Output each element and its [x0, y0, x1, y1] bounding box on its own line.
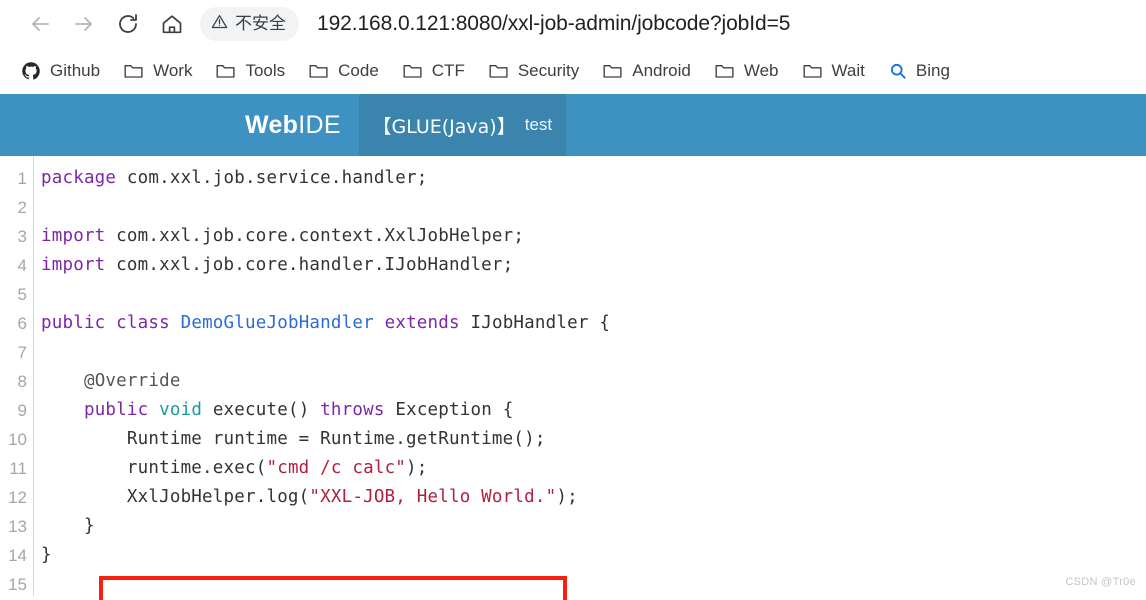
security-badge-label: 不安全: [235, 13, 286, 34]
brand-bold: Web: [245, 110, 299, 139]
folder-icon: [803, 62, 823, 80]
folder-icon: [403, 62, 423, 80]
bookmark-label: Bing: [915, 61, 950, 80]
watermark: CSDN @Tr0e: [1065, 576, 1136, 588]
github-icon: [21, 61, 41, 81]
reload-icon: [116, 12, 140, 36]
search-icon: [889, 62, 907, 80]
bookmark-github[interactable]: Github: [10, 54, 111, 88]
line-number: 13: [8, 517, 27, 536]
code-line[interactable]: @Override: [41, 367, 1146, 396]
folder-icon: [603, 62, 623, 80]
folder-icon: [715, 62, 735, 80]
line-number: 1: [17, 169, 27, 188]
code-line[interactable]: runtime.exec("cmd /c calc");: [41, 454, 1146, 483]
token-keyword: import: [41, 226, 106, 246]
folder-icon: [309, 62, 329, 80]
line-number: 11: [9, 459, 27, 478]
address-bar[interactable]: 不安全 192.168.0.121:8080/xxl-job-admin/job…: [200, 4, 1146, 44]
bookmark-work[interactable]: Work: [113, 54, 203, 88]
line-number: 6: [17, 314, 27, 333]
line-number: 3: [17, 227, 27, 246]
bookmark-label: Wait: [831, 61, 865, 80]
code-line[interactable]: }: [41, 512, 1146, 541]
line-number: 9: [17, 401, 27, 420]
browser-toolbar: 不安全 192.168.0.121:8080/xxl-job-admin/job…: [0, 0, 1146, 48]
line-number: 15: [8, 575, 27, 594]
bookmark-ctf[interactable]: CTF: [392, 54, 476, 88]
code-line[interactable]: XxlJobHelper.log("XXL-JOB, Hello World."…: [41, 483, 1146, 512]
warning-triangle-icon: [211, 13, 228, 35]
bookmarks-bar: Github Work Tools Code CTF Security Andr…: [0, 48, 1146, 94]
bookmark-web[interactable]: Web: [704, 54, 790, 88]
token-string: "cmd /c calc": [266, 458, 407, 478]
code-line[interactable]: import com.xxl.job.core.context.XxlJobHe…: [41, 222, 1146, 251]
token-keyword: import: [41, 255, 106, 275]
line-number: 4: [17, 256, 27, 275]
code-editor[interactable]: 1 2 3 4 5 6 7 8 9 10 11 12 13 14 15 pack…: [0, 156, 1146, 600]
code-line[interactable]: import com.xxl.job.core.handler.IJobHand…: [41, 251, 1146, 280]
job-name-label: test: [524, 115, 553, 134]
reload-button[interactable]: [106, 2, 150, 46]
folder-icon: [216, 62, 236, 80]
browser-chrome: 不安全 192.168.0.121:8080/xxl-job-admin/job…: [0, 0, 1146, 94]
code-line[interactable]: public void execute() throws Exception {: [41, 396, 1146, 425]
code-line[interactable]: public class DemoGlueJobHandler extends …: [41, 309, 1146, 338]
line-number: 10: [8, 430, 27, 449]
arrow-left-icon: [28, 12, 52, 36]
back-button[interactable]: [18, 2, 62, 46]
token-keyword: void: [159, 400, 203, 420]
bookmark-label: Tools: [245, 61, 286, 80]
token-annotation: @Override: [83, 371, 181, 391]
code-line[interactable]: }: [41, 541, 1146, 570]
token-string: "XXL-JOB, Hello World.": [309, 487, 557, 507]
webide-header: Web IDE 【GLUE(Java)】 test: [0, 94, 1146, 156]
token-type: DemoGlueJobHandler: [180, 313, 374, 333]
token-keyword: extends: [384, 313, 460, 333]
bookmark-security[interactable]: Security: [478, 54, 590, 88]
bookmark-label: Code: [338, 61, 379, 80]
line-number: 5: [17, 285, 27, 304]
line-number: 12: [8, 488, 27, 507]
bookmark-label: Security: [517, 61, 580, 80]
code-line[interactable]: Runtime runtime = Runtime.getRuntime();: [41, 425, 1146, 454]
glue-type-label: 【GLUE(Java)】: [372, 115, 516, 138]
token-keyword: public: [83, 400, 149, 420]
line-number: 14: [8, 546, 27, 565]
url-text[interactable]: 192.168.0.121:8080/xxl-job-admin/jobcode…: [317, 12, 790, 36]
bookmark-label: Web: [743, 61, 779, 80]
line-number: 8: [17, 372, 27, 391]
code-line[interactable]: package com.xxl.job.service.handler;: [41, 164, 1146, 193]
forward-button[interactable]: [62, 2, 106, 46]
bookmark-label: Android: [632, 61, 691, 80]
bookmark-label: Work: [153, 61, 193, 80]
glue-job-tab[interactable]: 【GLUE(Java)】 test: [358, 94, 566, 156]
bookmark-code[interactable]: Code: [298, 54, 390, 88]
folder-icon: [489, 62, 509, 80]
bookmark-tools[interactable]: Tools: [205, 54, 296, 88]
token-keyword: throws: [320, 400, 385, 420]
bookmark-label: Github: [50, 61, 101, 80]
token-keyword: package: [41, 168, 117, 188]
line-number: 2: [17, 198, 27, 217]
home-icon: [160, 12, 184, 36]
bookmark-wait[interactable]: Wait: [792, 54, 876, 88]
home-button[interactable]: [150, 2, 194, 46]
security-badge[interactable]: 不安全: [200, 7, 299, 41]
code-line[interactable]: [41, 338, 1146, 367]
folder-icon: [124, 62, 144, 80]
code-line[interactable]: [41, 280, 1146, 309]
code-text-area[interactable]: package com.xxl.job.service.handler; imp…: [34, 156, 1146, 596]
code-line[interactable]: [41, 570, 1146, 599]
bookmark-android[interactable]: Android: [592, 54, 702, 88]
token-keyword: public class: [41, 313, 170, 333]
bookmark-label: CTF: [431, 61, 465, 80]
arrow-right-icon: [72, 12, 96, 36]
bookmark-bing[interactable]: Bing: [878, 54, 961, 88]
brand-light: IDE: [298, 110, 341, 139]
line-number-gutter: 1 2 3 4 5 6 7 8 9 10 11 12 13 14 15: [0, 156, 34, 596]
code-line[interactable]: [41, 193, 1146, 222]
line-number: 7: [17, 343, 27, 362]
webide-logo: Web IDE: [0, 94, 341, 156]
